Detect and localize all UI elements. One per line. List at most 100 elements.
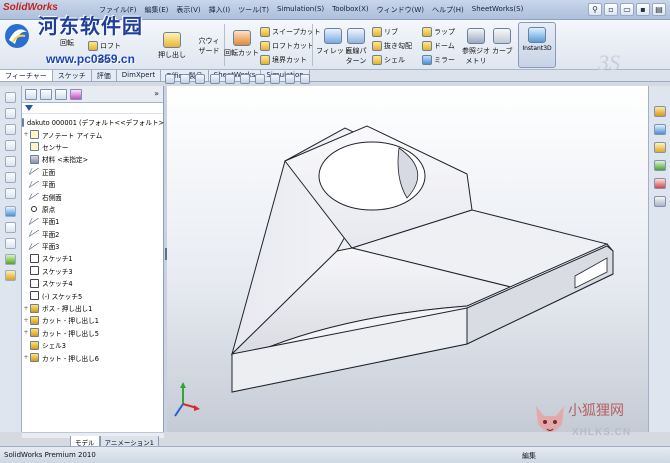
curves-button[interactable]: カーブ: [492, 28, 513, 56]
open-folder-icon[interactable]: ▭: [620, 3, 634, 16]
tree-item[interactable]: + ボス - 押し出し1: [22, 302, 163, 314]
menu-help[interactable]: ヘルプ(H): [428, 5, 468, 15]
tree-filter[interactable]: [22, 103, 163, 114]
design-library-icon[interactable]: [654, 124, 666, 135]
new-document-icon[interactable]: ▫: [604, 3, 618, 16]
linear-pattern-label: 直線パターン: [345, 47, 367, 65]
view-palette-icon[interactable]: [654, 160, 666, 171]
display-style-icon[interactable]: [240, 74, 250, 84]
strip-tool-icon[interactable]: [5, 156, 16, 167]
tree-item[interactable]: センサー: [22, 141, 163, 153]
draft-button[interactable]: 抜き勾配: [372, 41, 412, 51]
loft-button[interactable]: ロフト: [88, 41, 121, 51]
tab-evaluate[interactable]: 評価: [91, 70, 117, 81]
tree-item[interactable]: + カット - 押し出し1: [22, 314, 163, 326]
save-icon[interactable]: ▪: [636, 3, 650, 16]
tree-item[interactable]: 平面3: [22, 240, 163, 252]
menu-insert[interactable]: 挿入(I): [205, 5, 235, 15]
hide-show-items-icon[interactable]: [255, 74, 265, 84]
loft-cut-button[interactable]: ロフトカット: [260, 41, 314, 51]
instant3d-button[interactable]: Instant3D: [518, 22, 556, 68]
tree-item[interactable]: 平面1: [22, 215, 163, 227]
menu-edit[interactable]: 編集(E): [141, 5, 173, 15]
tree-item[interactable]: スケッチ1: [22, 252, 163, 264]
mirror-button[interactable]: ミラー: [422, 55, 455, 65]
boss-revolve-button[interactable]: 回転: [60, 38, 74, 48]
tree-item[interactable]: + カット - 押し出し6: [22, 351, 163, 363]
expand-toggle-icon[interactable]: +: [22, 305, 30, 312]
menu-window[interactable]: ウィンドウ(W): [373, 5, 428, 15]
tree-item[interactable]: 材料 <未指定>: [22, 153, 163, 165]
tab-dimxpert[interactable]: DimXpert: [116, 70, 162, 81]
file-explorer-icon[interactable]: [654, 142, 666, 153]
strip-tool-icon[interactable]: [5, 222, 16, 233]
reference-geometry-button[interactable]: 参照ジオメトリ: [462, 28, 490, 66]
mirror-label: ミラー: [434, 56, 455, 64]
tab-features[interactable]: フィーチャー: [0, 70, 53, 81]
expand-toggle-icon[interactable]: +: [22, 131, 30, 138]
linear-pattern-button[interactable]: 直線パターン: [344, 28, 368, 66]
menu-toolbox[interactable]: Toolbox(X): [328, 5, 373, 15]
graphics-area[interactable]: [167, 86, 648, 432]
tree-item[interactable]: 原点: [22, 203, 163, 215]
filter-icon[interactable]: [25, 105, 33, 111]
view-orientation-icon[interactable]: [225, 74, 235, 84]
strip-tool-icon[interactable]: [5, 254, 16, 265]
panel-expand-icon[interactable]: »: [154, 89, 159, 98]
menu-simulation[interactable]: Simulation(S): [273, 5, 328, 15]
edit-appearance-icon[interactable]: [270, 74, 280, 84]
expand-toggle-icon[interactable]: +: [22, 329, 30, 336]
menu-tools[interactable]: ツール(T): [234, 5, 273, 15]
strip-tool-icon[interactable]: [5, 108, 16, 119]
print-icon[interactable]: ▤: [652, 3, 666, 16]
solidworks-resources-icon[interactable]: [654, 106, 666, 117]
tree-item[interactable]: (-) スケッチ5: [22, 289, 163, 301]
strip-tool-icon[interactable]: [5, 92, 16, 103]
tree-item[interactable]: 右側面: [22, 190, 163, 202]
tree-item[interactable]: + カット - 押し出し5: [22, 327, 163, 339]
strip-tool-icon[interactable]: [5, 124, 16, 135]
tree-item[interactable]: スケッチ3: [22, 265, 163, 277]
wrap-button[interactable]: ラップ: [422, 27, 455, 37]
revolve-cut-icon: [232, 30, 251, 46]
pin-icon[interactable]: ⚲: [588, 3, 602, 16]
tree-item[interactable]: スケッチ4: [22, 277, 163, 289]
expand-toggle-icon[interactable]: +: [22, 317, 30, 324]
boundary-cut-button[interactable]: 境界カット: [260, 55, 307, 65]
feature-tree-tab-icon[interactable]: [25, 89, 37, 100]
previous-view-icon[interactable]: [195, 74, 205, 84]
dome-button[interactable]: ドーム: [422, 41, 455, 51]
shell-button[interactable]: シェル: [372, 55, 405, 65]
tree-item[interactable]: 正面: [22, 166, 163, 178]
strip-tool-icon[interactable]: [5, 238, 16, 249]
model-view[interactable]: [167, 86, 648, 432]
revolve-cut-button[interactable]: 回転カット: [224, 30, 259, 58]
strip-tool-icon[interactable]: [5, 172, 16, 183]
view-settings-icon[interactable]: [300, 74, 310, 84]
strip-tool-icon[interactable]: [5, 206, 16, 217]
menu-sheetworks[interactable]: SheetWorks(S): [468, 5, 528, 15]
menu-view[interactable]: 表示(V): [172, 5, 204, 15]
configuration-manager-tab-icon[interactable]: [55, 89, 67, 100]
zoom-to-fit-icon[interactable]: [165, 74, 175, 84]
hole-wizard-button[interactable]: 穴ウィザード: [196, 36, 222, 56]
rib-button[interactable]: リブ: [372, 27, 398, 37]
appearances-icon[interactable]: [654, 178, 666, 189]
strip-tool-icon[interactable]: [5, 140, 16, 151]
tree-item[interactable]: 平面2: [22, 228, 163, 240]
section-view-icon[interactable]: [210, 74, 220, 84]
strip-tool-icon[interactable]: [5, 270, 16, 281]
tree-item[interactable]: シェル3: [22, 339, 163, 351]
property-manager-tab-icon[interactable]: [40, 89, 52, 100]
tree-item[interactable]: 平面: [22, 178, 163, 190]
strip-tool-icon[interactable]: [5, 188, 16, 199]
extrude-button[interactable]: 押し出し: [158, 32, 186, 60]
custom-properties-icon[interactable]: [654, 196, 666, 207]
appearance-tab-icon[interactable]: [70, 89, 82, 100]
tree-item[interactable]: + アノテート アイテム: [22, 128, 163, 140]
expand-toggle-icon[interactable]: +: [22, 354, 30, 361]
tab-sketch[interactable]: スケッチ: [52, 70, 92, 81]
tree-root[interactable]: dakuto 000001 (デフォルト<<デフォルト>: [22, 116, 164, 128]
zoom-area-icon[interactable]: [180, 74, 190, 84]
apply-scene-icon[interactable]: [285, 74, 295, 84]
